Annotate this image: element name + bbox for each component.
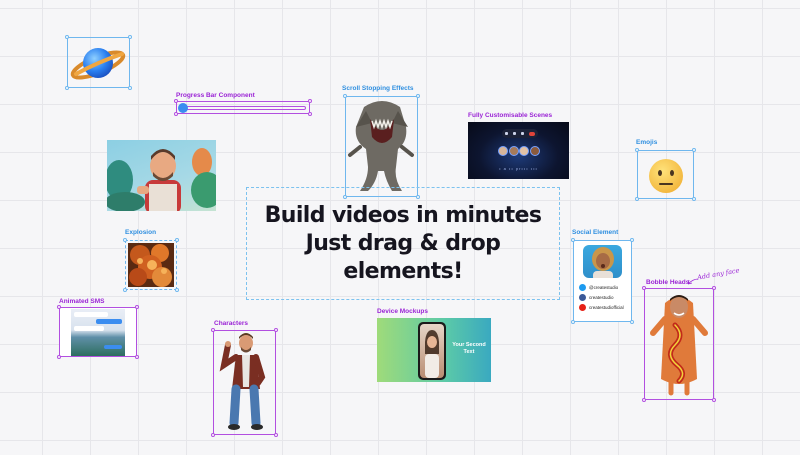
customisable-scenes-label: Fully Customisable Scenes (468, 112, 553, 119)
sms-bubble (74, 326, 104, 331)
twitter-icon[interactable] (579, 284, 586, 291)
progress-bar-label: Progress Bar Component (176, 92, 255, 99)
explosion-label: Explosion (125, 229, 157, 236)
sms-bubble (96, 319, 122, 324)
animated-sms-element[interactable] (57, 305, 139, 359)
avatar (498, 146, 508, 156)
planet-icon (70, 48, 126, 80)
hero-line-3: elements! (343, 258, 463, 284)
social-element-label: Social Element (572, 229, 619, 236)
explosion-icon (128, 243, 174, 287)
scroll-stopping-label: Scroll Stopping Effects (342, 85, 414, 92)
sms-phone-screen (71, 309, 125, 356)
character-scene-image[interactable] (107, 140, 216, 211)
hero-line-1: Build videos in minutes (264, 202, 542, 228)
mockup-caption: Your Second Text (452, 342, 486, 355)
sms-bubble (104, 345, 122, 349)
sms-bubble (74, 312, 108, 317)
progress-knob[interactable] (178, 103, 188, 113)
device-mockups-label: Device Mockups (377, 308, 428, 315)
dinosaur-icon (348, 101, 414, 191)
bobble-heads-label: Bobble Heads (646, 279, 690, 286)
scene-avatars (498, 146, 540, 156)
facebook-icon[interactable] (579, 294, 586, 301)
avatar (519, 146, 530, 156)
avatar (508, 146, 519, 156)
end-call-icon[interactable] (529, 131, 536, 136)
device-mockup-preview[interactable]: Your Second Text (377, 318, 491, 382)
social-avatar (583, 245, 622, 278)
emoji-element[interactable] (635, 148, 696, 201)
add-any-face-note: Add any face (696, 266, 741, 282)
characters-label: Characters (214, 320, 248, 327)
phone-mockup (418, 322, 446, 380)
scene-caption: • a •• pr••• ••• (499, 166, 538, 171)
avatar (529, 146, 540, 156)
arrow-icon (687, 278, 699, 285)
social-element-card[interactable]: @createstudio createstudio createstudiof… (571, 238, 634, 324)
youtube-handle: createstudiofficial (589, 305, 624, 310)
planet-element[interactable] (65, 35, 132, 90)
hero-line-2: Just drag & drop (305, 230, 501, 256)
volume-icon[interactable] (504, 132, 508, 135)
facebook-handle: createstudio (589, 295, 614, 300)
dinosaur-element[interactable] (343, 94, 420, 199)
twitter-handle: @createstudio (589, 285, 619, 290)
character-man-icon (219, 333, 266, 430)
hotdog-character-icon (650, 295, 708, 396)
progress-track (180, 106, 306, 110)
explosion-element[interactable] (123, 238, 179, 292)
animated-sms-label: Animated SMS (59, 298, 105, 305)
emojis-label: Emojis (636, 139, 658, 146)
customisable-scene-preview[interactable]: • a •• pr••• ••• (468, 122, 569, 179)
woman-portrait (425, 330, 439, 378)
progress-bar-component[interactable] (174, 99, 312, 116)
hero-text-box[interactable]: Build videos in minutes Just drag & drop… (246, 187, 560, 300)
neutral-face-icon (649, 159, 683, 193)
mute-icon[interactable] (512, 132, 516, 135)
camera-icon[interactable] (521, 132, 525, 135)
bobble-head-element[interactable] (642, 286, 716, 402)
youtube-icon[interactable] (579, 304, 586, 311)
character-element[interactable] (211, 328, 278, 437)
scene-toolbar (502, 129, 538, 138)
character-scene-illustration (107, 148, 216, 211)
